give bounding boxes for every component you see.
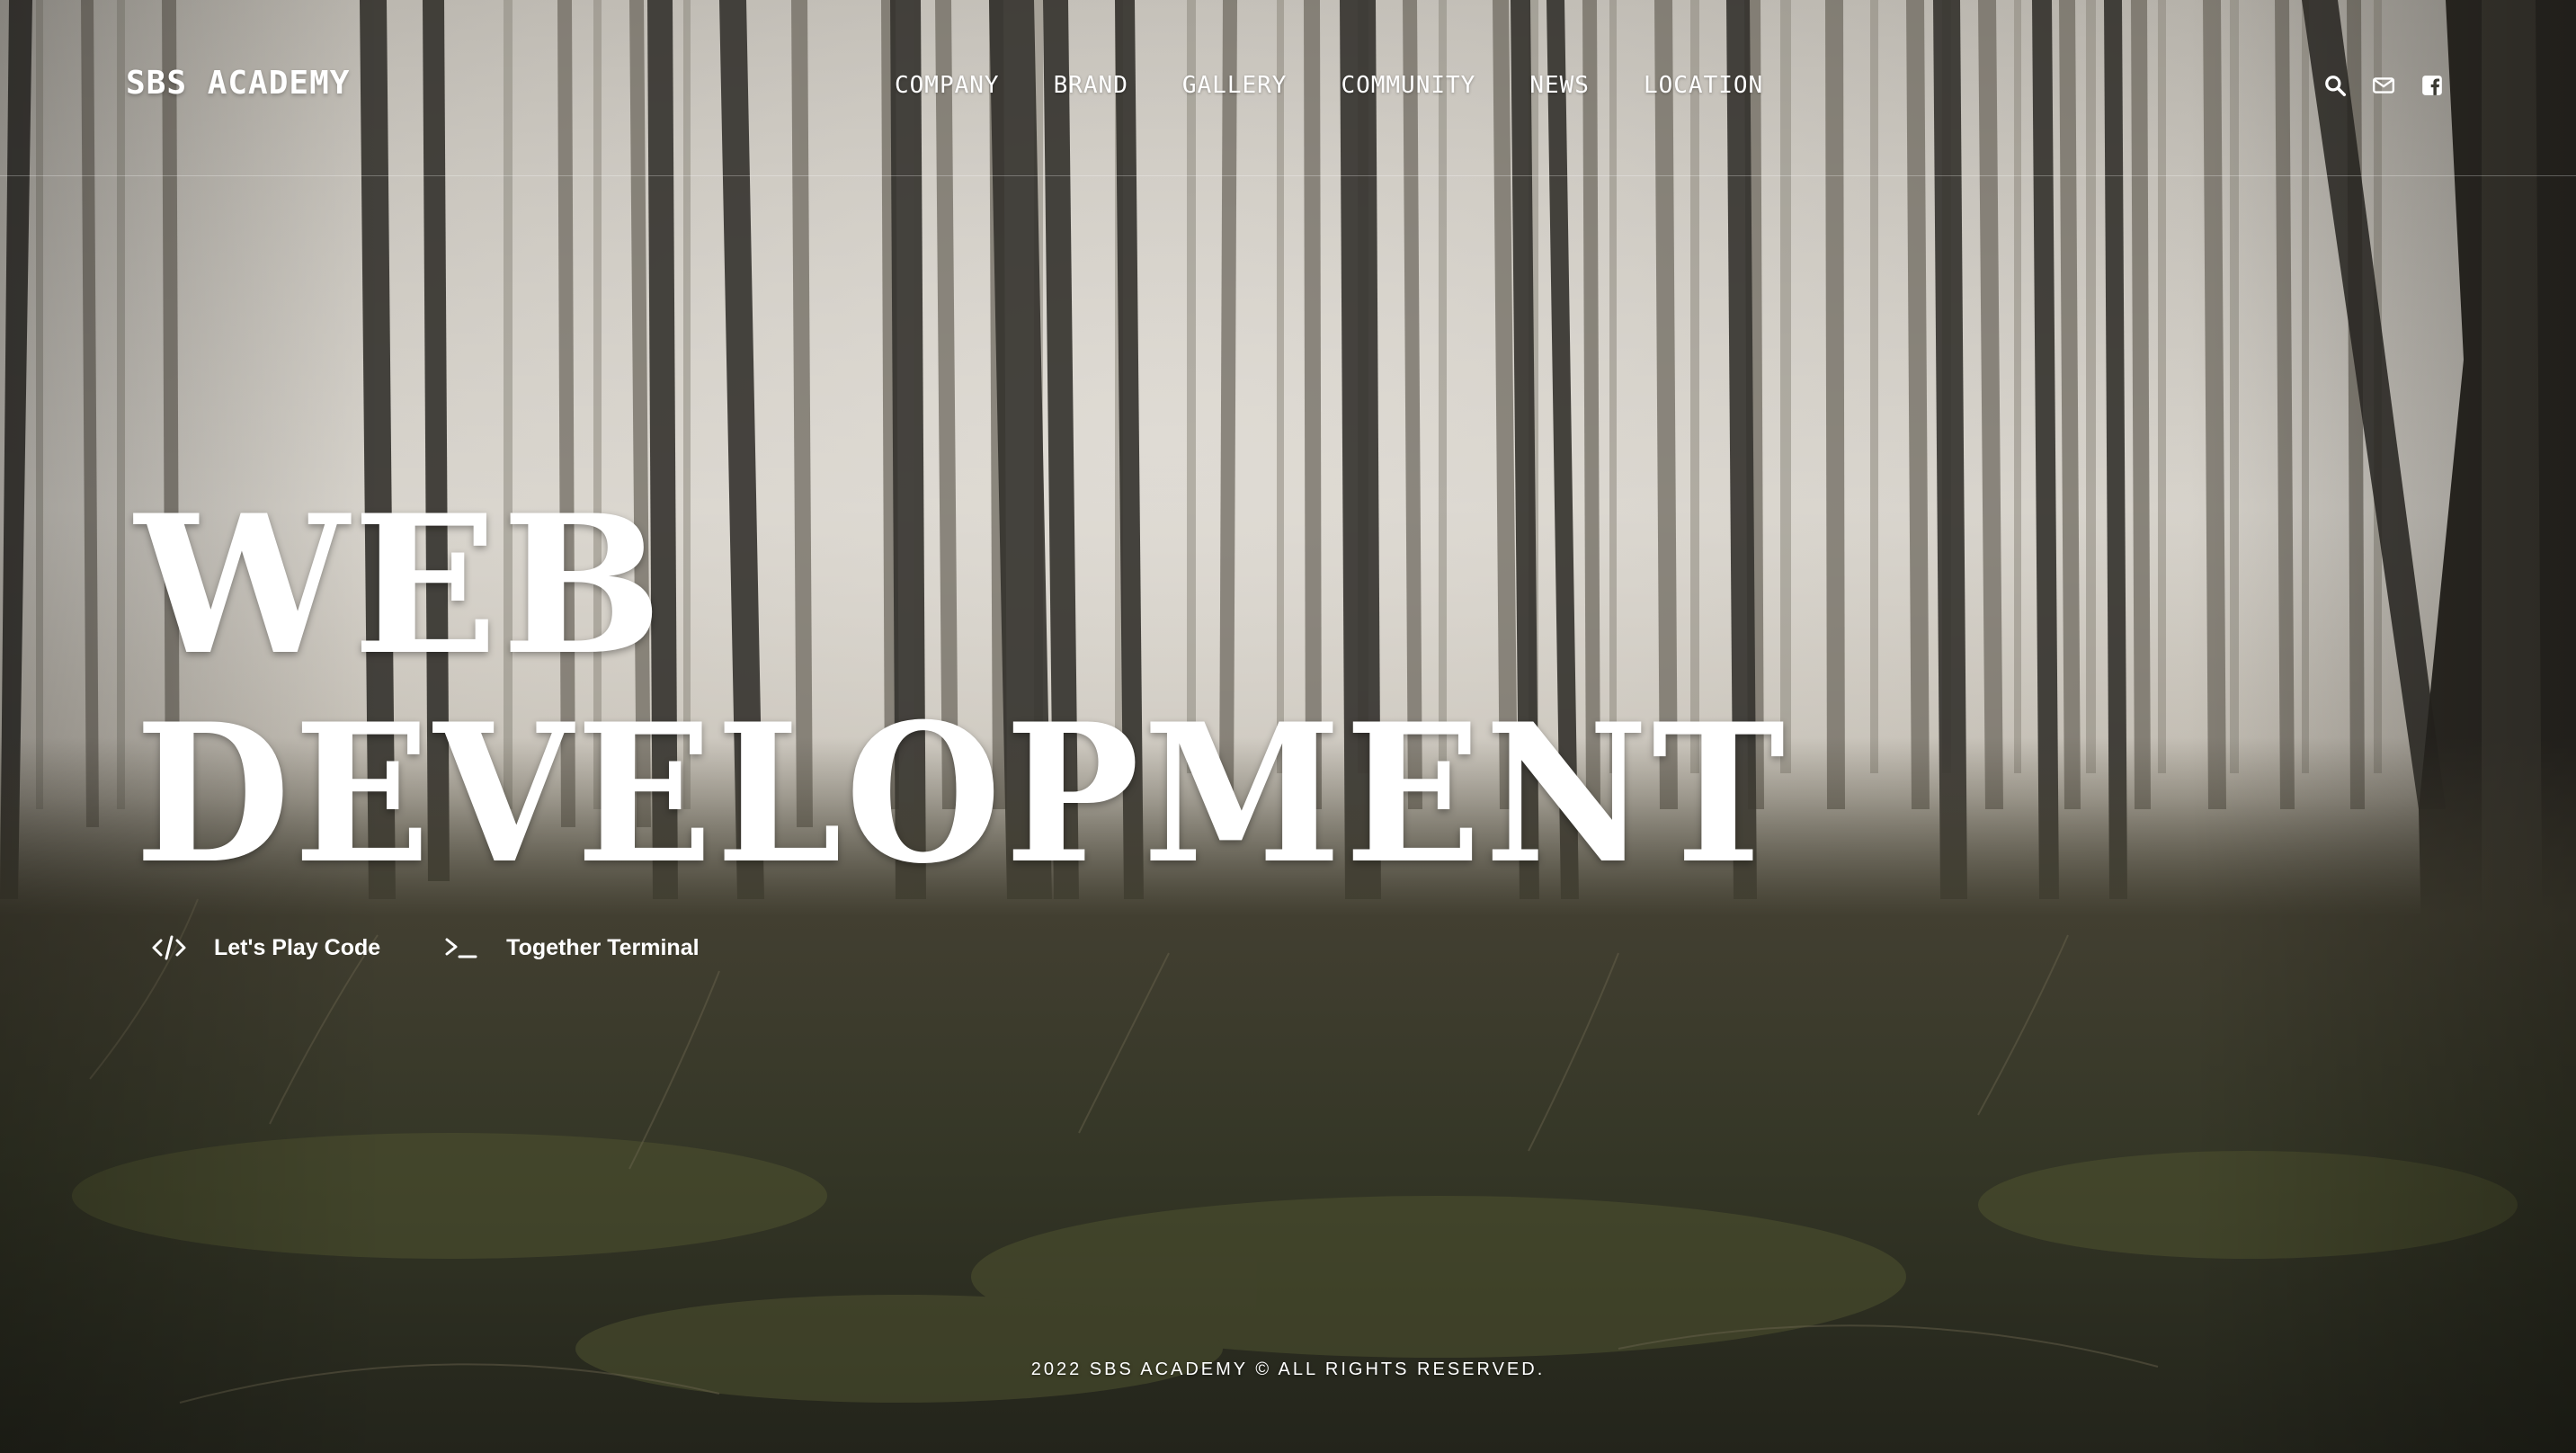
lets-play-code-link[interactable]: Let's Play Code <box>151 933 380 962</box>
together-terminal-label: Together Terminal <box>506 934 700 960</box>
header-icons <box>2323 74 2444 97</box>
facebook-icon[interactable] <box>2420 74 2444 97</box>
nav-item-news[interactable]: NEWS <box>1529 72 1590 99</box>
site-footer: 2022 SBS ACADEMY © ALL RIGHTS RESERVED. <box>0 1359 2576 1380</box>
nav-item-community[interactable]: COMMUNITY <box>1341 72 1475 99</box>
terminal-icon <box>445 938 477 958</box>
nav-item-gallery[interactable]: GALLERY <box>1182 72 1288 99</box>
search-icon[interactable] <box>2323 74 2347 97</box>
mail-icon[interactable] <box>2372 74 2395 97</box>
site-logo[interactable]: SBS ACADEMY <box>126 65 350 102</box>
nav-item-company[interactable]: COMPANY <box>895 72 1000 99</box>
main-nav: COMPANY BRAND GALLERY COMMUNITY NEWS LOC… <box>895 72 1763 99</box>
hero-actions: Let's Play Code Together Terminal <box>151 933 700 962</box>
site-header: SBS ACADEMY COMPANY BRAND GALLERY COMMUN… <box>0 0 2576 176</box>
hero-title-line-1: WEB <box>135 473 666 697</box>
header-divider <box>0 175 2576 176</box>
nav-item-location[interactable]: LOCATION <box>1644 72 1763 99</box>
together-terminal-link[interactable]: Together Terminal <box>443 933 700 962</box>
page: SBS ACADEMY COMPANY BRAND GALLERY COMMUN… <box>0 0 2576 1453</box>
hero-title: WEB DEVELOPMENT <box>135 481 1894 898</box>
hero-title-line-2: DEVELOPMENT <box>135 682 1789 905</box>
lets-play-code-label: Let's Play Code <box>214 934 381 960</box>
copyright-text: 2022 SBS ACADEMY © ALL RIGHTS RESERVED. <box>1030 1359 1546 1379</box>
nav-item-brand[interactable]: BRAND <box>1054 72 1128 99</box>
code-icon <box>152 935 186 960</box>
